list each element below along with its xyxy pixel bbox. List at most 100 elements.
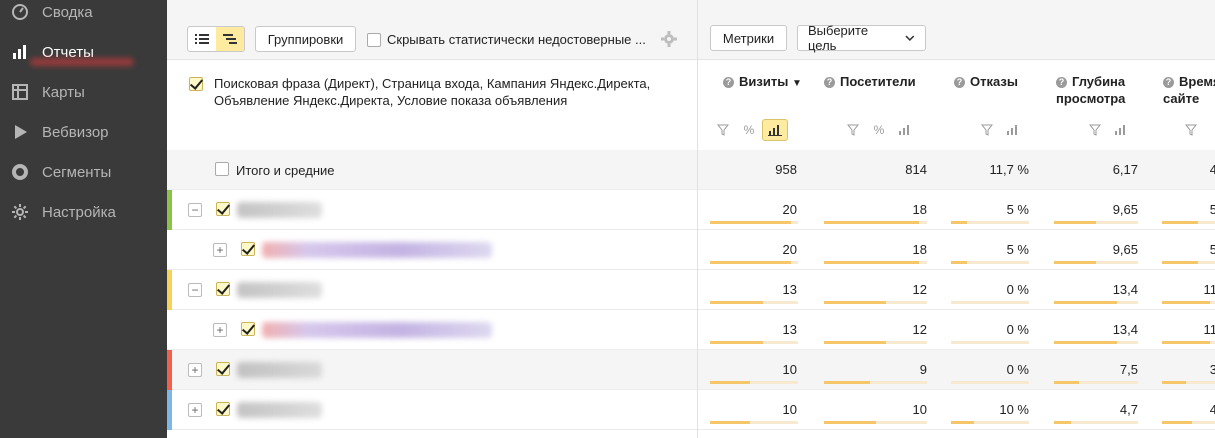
bar-fill <box>824 221 919 224</box>
bar-track <box>951 301 1029 304</box>
row-color-marker <box>167 390 172 430</box>
collapse-icon[interactable]: − <box>188 283 202 297</box>
cell-time: 5 <box>1209 242 1215 257</box>
cell-time: 4 <box>1209 402 1215 417</box>
tree-view-button[interactable] <box>216 27 244 51</box>
visits-controls: % <box>710 119 788 141</box>
cell-bounces: 0 % <box>1006 362 1029 377</box>
collapse-icon[interactable]: − <box>188 203 202 217</box>
play-icon <box>10 122 30 142</box>
table-row[interactable]: +10 9 0 % 7,5 3 <box>167 350 1215 390</box>
row-checkbox[interactable] <box>241 242 255 256</box>
bar-fill <box>824 381 870 384</box>
table-row[interactable]: +13 12 0 % 13,4 11 <box>167 310 1215 350</box>
goal-select[interactable]: Выберите цель <box>797 23 926 53</box>
settings-gear-icon[interactable] <box>661 31 677 47</box>
totals-checkbox[interactable] <box>215 162 229 176</box>
bar-chart-icon <box>10 42 30 62</box>
metrics-button[interactable]: Метрики <box>710 25 787 51</box>
row-checkbox[interactable] <box>216 282 230 296</box>
table-row[interactable]: − 20 18 5 % 9,65 5 <box>167 190 1215 230</box>
filter-icon[interactable] <box>710 119 736 141</box>
bar-fill <box>1054 221 1096 224</box>
cell-visitors: 18 <box>912 202 927 217</box>
nav-label: Карты <box>42 83 85 101</box>
cell-visits: 20 <box>782 242 797 257</box>
bar-fill <box>710 221 791 224</box>
visitors-controls: % <box>840 119 918 141</box>
table-row[interactable]: +20 18 5 % 9,65 5 <box>167 230 1215 270</box>
hide-unreliable-checkbox[interactable] <box>367 32 381 47</box>
filter-icon[interactable] <box>1082 119 1108 141</box>
groupings-button[interactable]: Группировки <box>255 26 356 52</box>
column-header-visitors[interactable]: ? Посетители <box>824 73 916 90</box>
help-icon[interactable]: ? <box>1056 77 1067 88</box>
row-checkbox[interactable] <box>216 202 230 216</box>
nav-item-webvisor[interactable]: Вебвизор <box>0 112 167 152</box>
nav-item-segments[interactable]: Сегменты <box>0 152 167 192</box>
bar-fill <box>824 301 886 304</box>
totals-depth: 6,17 <box>1112 162 1138 177</box>
bar-chart-toggle-icon[interactable] <box>1108 119 1134 141</box>
expand-icon[interactable]: + <box>188 363 202 377</box>
column-header-visits[interactable]: ? Визиты ▼ <box>723 73 802 92</box>
nav-item-reports[interactable]: Отчеты <box>0 32 167 72</box>
expand-icon[interactable]: + <box>213 243 227 257</box>
redacted-label <box>237 362 322 378</box>
nav-label: Вебвизор <box>42 123 109 141</box>
cell-depth: 7,5 <box>1119 362 1138 377</box>
bar-fill <box>951 221 967 224</box>
cell-visits: 13 <box>782 282 797 297</box>
column-header-bounces[interactable]: ? Отказы <box>954 73 1018 90</box>
column-header-depth[interactable]: ? Глубина просмотра <box>1056 73 1146 107</box>
percent-icon[interactable]: % <box>866 119 892 141</box>
bar-track <box>951 381 1029 384</box>
cell-visits: 10 <box>782 402 797 417</box>
bar-chart-toggle-icon[interactable] <box>762 119 788 141</box>
table-row[interactable]: +10 10 10 % 4,7 4 <box>167 390 1215 430</box>
list-icon <box>195 34 209 44</box>
bar-fill <box>710 261 791 264</box>
bounces-controls <box>974 119 1026 141</box>
row-checkbox[interactable] <box>216 362 230 376</box>
filter-icon[interactable] <box>1178 119 1204 141</box>
bar-chart-toggle-icon[interactable] <box>892 119 918 141</box>
filter-icon[interactable] <box>974 119 1000 141</box>
row-checkbox[interactable] <box>241 322 255 336</box>
help-icon[interactable]: ? <box>954 77 965 88</box>
bar-chart-toggle-icon[interactable] <box>1000 119 1026 141</box>
help-icon[interactable]: ? <box>1163 77 1174 88</box>
expand-icon[interactable]: + <box>188 403 202 417</box>
redacted-label <box>237 402 322 418</box>
nav-label: Сегменты <box>42 163 112 181</box>
help-icon[interactable]: ? <box>824 77 835 88</box>
hide-unreliable-stat[interactable]: Скрывать статистически недостоверные ... <box>367 32 646 47</box>
filter-icon[interactable] <box>840 119 866 141</box>
expand-icon[interactable]: + <box>213 323 227 337</box>
dimensions-checkbox[interactable] <box>189 77 203 91</box>
redacted-label <box>237 202 322 218</box>
bar-fill <box>951 421 974 424</box>
bar-fill <box>824 261 919 264</box>
gear-icon <box>10 202 30 222</box>
column-divider <box>697 0 698 438</box>
view-toggle <box>187 26 245 52</box>
bar-fill <box>710 341 763 344</box>
nav-item-settings[interactable]: Настройка <box>0 192 167 232</box>
list-view-button[interactable] <box>188 27 216 51</box>
row-checkbox[interactable] <box>216 402 230 416</box>
depth-controls <box>1082 119 1134 141</box>
column-header-time[interactable]: ?Время на сайте <box>1163 73 1215 107</box>
nav-item-summary[interactable]: Сводка <box>0 0 167 32</box>
totals-visits: 958 <box>775 162 797 177</box>
totals-row: Итого и средние 958 814 11,7 % 6,17 4 <box>167 150 1215 190</box>
table-row[interactable]: − 13 12 0 % 13,4 11 <box>167 270 1215 310</box>
percent-icon[interactable]: % <box>736 119 762 141</box>
cell-bounces: 5 % <box>1006 202 1029 217</box>
cell-depth: 9,65 <box>1112 202 1138 217</box>
cell-time: 11 <box>1203 322 1215 337</box>
cell-depth: 13,4 <box>1112 322 1138 337</box>
help-icon[interactable]: ? <box>723 77 734 88</box>
nav-item-maps[interactable]: Карты <box>0 72 167 112</box>
bar-fill <box>1162 421 1192 424</box>
